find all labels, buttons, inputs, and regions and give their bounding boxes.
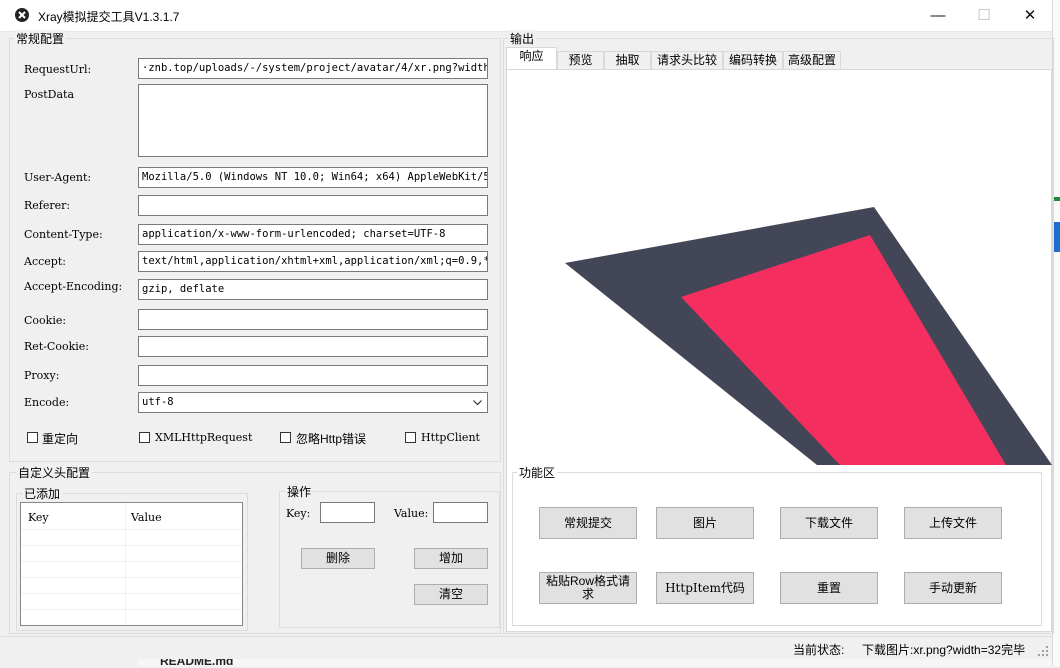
window-title: Xray模拟提交工具V1.3.1.7 xyxy=(38,10,180,24)
user-agent-input[interactable]: Mozilla/5.0 (Windows NT 10.0; Win64; x64… xyxy=(138,167,488,188)
redirect-checkbox-label: 重定向 xyxy=(42,432,79,446)
xmlhttprequest-checkbox[interactable] xyxy=(139,432,150,443)
minimize-icon: — xyxy=(930,7,946,24)
tab-advanced-config[interactable]: 高级配置 xyxy=(783,51,841,69)
status-label: 当前状态: xyxy=(793,643,845,657)
normal-submit-button[interactable]: 常规提交 xyxy=(539,507,637,539)
header-key-input[interactable] xyxy=(320,502,375,523)
tab-header-compare[interactable]: 请求头比较 xyxy=(651,51,723,69)
user-agent-label: User-Agent: xyxy=(24,171,92,184)
operations-title: 操作 xyxy=(285,483,314,500)
minimize-button[interactable]: — xyxy=(915,0,961,31)
row-divider xyxy=(21,545,242,546)
title-bar: Xray模拟提交工具V1.3.1.7 — ☐ ✕ xyxy=(0,0,1052,32)
post-data-textarea[interactable] xyxy=(138,84,488,157)
accept-label: Accept: xyxy=(24,255,66,268)
manual-update-button[interactable]: 手动更新 xyxy=(904,572,1002,604)
request-url-label: RequestUrl: xyxy=(24,63,92,76)
header-value-label: Value: xyxy=(394,507,429,520)
tab-extract[interactable]: 抽取 xyxy=(604,51,651,69)
accept-encoding-label: Accept-Encoding: xyxy=(24,280,123,293)
request-url-input[interactable]: ·znb.top/uploads/-/system/project/avatar… xyxy=(138,58,488,79)
ret-cookie-input[interactable] xyxy=(138,336,488,357)
proxy-input[interactable] xyxy=(138,365,488,386)
maximize-button[interactable]: ☐ xyxy=(961,0,1007,31)
header-key-label: Key: xyxy=(286,507,311,520)
proxy-label: Proxy: xyxy=(24,369,60,382)
background-accent-mark xyxy=(1054,197,1060,201)
upload-file-button[interactable]: 上传文件 xyxy=(904,507,1002,539)
encode-select-value: utf-8 xyxy=(142,396,174,408)
xmlhttprequest-checkbox-label: XMLHttpRequest xyxy=(155,431,253,444)
tab-response[interactable]: 响应 xyxy=(506,47,557,70)
column-divider xyxy=(125,503,126,625)
add-header-button[interactable]: 增加 xyxy=(414,548,488,569)
column-header-key[interactable]: Key xyxy=(28,511,49,524)
headers-list-header: Key Value xyxy=(21,503,242,529)
status-bar: 当前状态: 下载图片:xr.png?width=32完毕 xyxy=(0,636,1052,659)
status-value: 下载图片:xr.png?width=32完毕 xyxy=(862,643,1026,657)
row-divider xyxy=(21,561,242,562)
row-divider xyxy=(21,609,242,610)
ignore-http-error-checkbox-label: 忽略Http错误 xyxy=(296,432,367,446)
httpclient-checkbox[interactable] xyxy=(405,432,416,443)
encode-select[interactable]: utf-8 xyxy=(138,392,488,413)
httpclient-checkbox-label: HttpClient xyxy=(421,431,480,444)
referer-input[interactable] xyxy=(138,195,488,216)
image-button[interactable]: 图片 xyxy=(656,507,754,539)
paste-raw-request-button[interactable]: 粘贴Row格式请求 xyxy=(539,572,637,604)
encode-label: Encode: xyxy=(24,396,70,409)
accept-input[interactable]: text/html,application/xhtml+xml,applicat… xyxy=(138,251,488,272)
cookie-label: Cookie: xyxy=(24,314,67,327)
row-divider xyxy=(21,529,242,530)
app-logo-icon xyxy=(14,7,30,23)
headers-list-view[interactable]: Key Value xyxy=(20,502,243,626)
functions-title: 功能区 xyxy=(517,464,558,481)
added-headers-title: 已添加 xyxy=(22,485,63,502)
close-icon: ✕ xyxy=(1023,7,1037,24)
close-button[interactable]: ✕ xyxy=(1007,0,1053,31)
reset-button[interactable]: 重置 xyxy=(780,572,878,604)
resize-grip-icon[interactable] xyxy=(1038,646,1049,657)
header-value-input[interactable] xyxy=(433,502,488,523)
chevron-down-icon xyxy=(473,400,482,406)
download-file-button[interactable]: 下载文件 xyxy=(780,507,878,539)
post-data-label: PostData xyxy=(24,88,74,101)
referer-label: Referer: xyxy=(24,199,71,212)
clear-headers-button[interactable]: 清空 xyxy=(414,584,488,605)
general-config-title: 常规配置 xyxy=(14,30,67,47)
custom-headers-title: 自定义头配置 xyxy=(16,464,93,481)
ignore-http-error-checkbox[interactable] xyxy=(280,432,291,443)
row-divider xyxy=(21,593,242,594)
row-divider xyxy=(21,577,242,578)
tab-preview[interactable]: 预览 xyxy=(557,51,604,69)
background-accent-mark xyxy=(1054,222,1060,252)
maximize-icon: ☐ xyxy=(977,7,991,24)
tab-encoding-convert[interactable]: 编码转换 xyxy=(723,51,783,69)
accept-encoding-input[interactable]: gzip, deflate xyxy=(138,279,488,300)
output-title: 输出 xyxy=(508,30,537,47)
delete-header-button[interactable]: 删除 xyxy=(301,548,375,569)
content-type-label: Content-Type: xyxy=(24,228,103,241)
httpitem-code-button[interactable]: HttpItem代码 xyxy=(656,572,754,604)
cookie-input[interactable] xyxy=(138,309,488,330)
column-header-value[interactable]: Value xyxy=(131,511,162,524)
response-image-preview xyxy=(565,207,1052,465)
ret-cookie-label: Ret-Cookie: xyxy=(24,340,89,353)
redirect-checkbox[interactable] xyxy=(27,432,38,443)
content-type-input[interactable]: application/x-www-form-urlencoded; chars… xyxy=(138,224,488,245)
